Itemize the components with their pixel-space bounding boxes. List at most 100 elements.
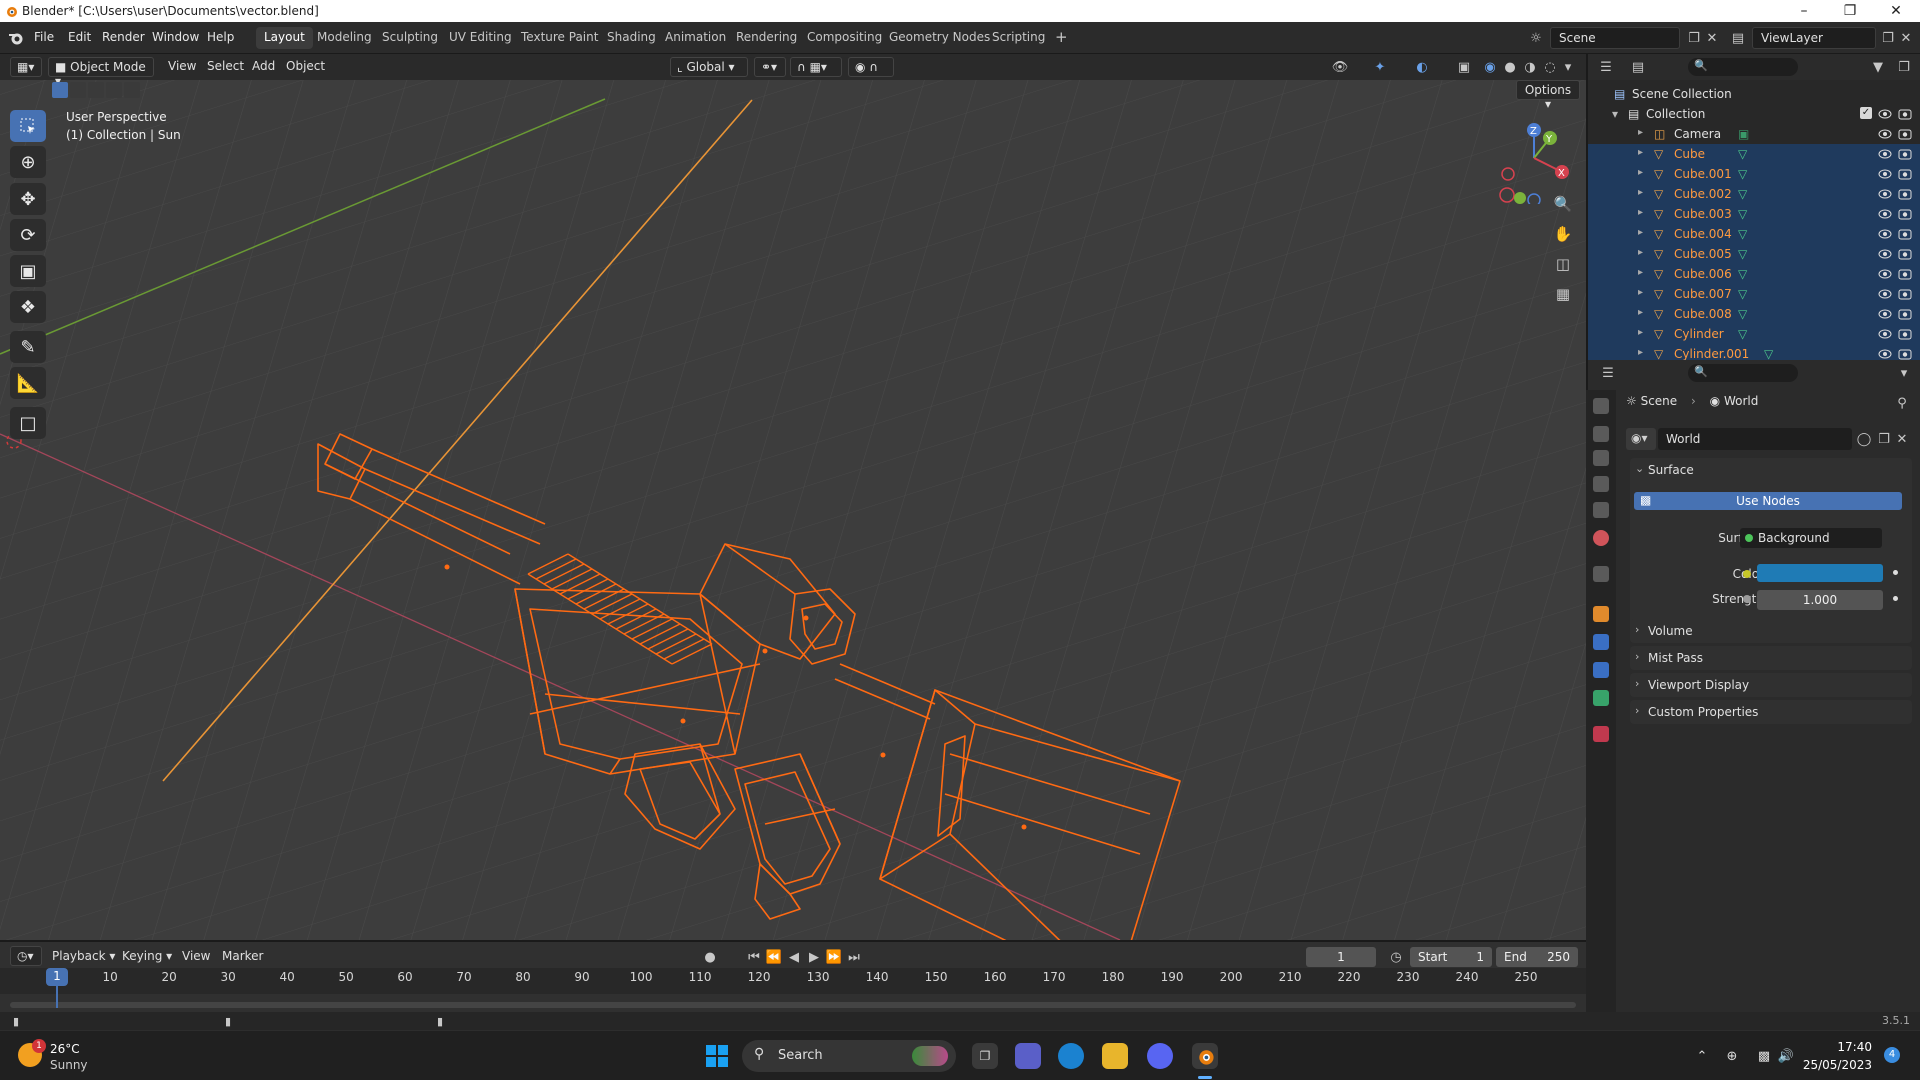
- properties-search-input[interactable]: 🔍: [1688, 364, 1798, 382]
- select-box-tool[interactable]: [10, 110, 46, 142]
- world-browse-button[interactable]: ◉▾: [1626, 428, 1656, 450]
- outliner-object-row[interactable]: ▸ ▽ Cube ▽: [1588, 144, 1920, 164]
- expand-chevron-icon[interactable]: ⌄: [1635, 462, 1644, 475]
- view-layer-icon[interactable]: ▤: [1728, 28, 1748, 48]
- select-invert-icon[interactable]: [106, 82, 122, 98]
- outliner-object-row[interactable]: ▸ ▽ Cube.008 ▽: [1588, 304, 1920, 324]
- eye-icon[interactable]: [1878, 227, 1892, 241]
- select-intersect-icon[interactable]: [124, 82, 140, 98]
- menu-view[interactable]: View: [162, 57, 202, 77]
- eye-icon[interactable]: [1878, 107, 1892, 121]
- tray-chevron-icon[interactable]: ⌃: [1692, 1046, 1712, 1066]
- custom-properties-panel[interactable]: › Custom Properties: [1630, 700, 1912, 724]
- strength-field[interactable]: 1.000: [1757, 590, 1883, 610]
- zoom-icon[interactable]: 🔍: [1553, 194, 1573, 214]
- select-subtract-icon[interactable]: [88, 82, 104, 98]
- annotate-tool[interactable]: ✎: [10, 331, 46, 363]
- scale-tool[interactable]: ▣: [10, 255, 46, 287]
- modifier-tab-icon[interactable]: [1593, 634, 1609, 650]
- navigation-gizmo[interactable]: Z Y X: [1490, 114, 1580, 204]
- render-camera-icon[interactable]: [1898, 287, 1912, 301]
- use-nodes-button[interactable]: ▩ Use Nodes: [1634, 492, 1902, 510]
- color-socket-icon[interactable]: [1743, 570, 1751, 578]
- texture-tab-icon[interactable]: [1593, 726, 1609, 742]
- menu-help[interactable]: Help: [207, 30, 234, 44]
- visibility-dropdown-icon[interactable]: 👁: [1330, 57, 1350, 77]
- outliner-object-row[interactable]: ▸ ▽ Cube.001 ▽: [1588, 164, 1920, 184]
- options-dropdown[interactable]: Options ▾: [1516, 80, 1580, 111]
- render-camera-icon[interactable]: [1898, 227, 1912, 241]
- render-camera-icon[interactable]: [1898, 327, 1912, 341]
- render-camera-icon[interactable]: [1898, 207, 1912, 221]
- camera-view-icon[interactable]: ◫: [1553, 254, 1573, 274]
- teams-chat-icon[interactable]: [1015, 1043, 1041, 1069]
- tab-layout[interactable]: Layout: [256, 27, 313, 49]
- blender-taskbar-icon[interactable]: [1192, 1043, 1218, 1069]
- current-frame-field[interactable]: 1: [1306, 947, 1376, 967]
- clock-time[interactable]: 17:40: [1812, 1040, 1872, 1054]
- expand-chevron-icon[interactable]: ▸: [1638, 147, 1643, 158]
- 3d-viewport[interactable]: User Perspective (1) Collection | Sun ⊕ …: [0, 54, 1586, 940]
- outliner-object-row[interactable]: ▸ ▽ Cube.004 ▽: [1588, 224, 1920, 244]
- eye-icon[interactable]: [1878, 307, 1892, 321]
- menu-playback[interactable]: Playback ▾: [46, 947, 121, 967]
- outliner-object-row[interactable]: ▸ ▽ Cube.005 ▽: [1588, 244, 1920, 264]
- transform-tool[interactable]: ❖: [10, 291, 46, 323]
- menu-object[interactable]: Object: [280, 57, 331, 77]
- file-explorer-icon[interactable]: [1102, 1043, 1128, 1069]
- play-icon[interactable]: ▶: [804, 947, 824, 967]
- eye-icon[interactable]: [1878, 267, 1892, 281]
- scene-tab-icon[interactable]: [1593, 502, 1609, 518]
- timeline-scrollbar[interactable]: [10, 1002, 1576, 1008]
- view-layer-selector[interactable]: ViewLayer: [1752, 27, 1876, 49]
- surface-panel-title[interactable]: Surface: [1648, 463, 1694, 477]
- render-camera-icon[interactable]: [1898, 347, 1912, 361]
- color-keyframe-dot[interactable]: [1893, 570, 1898, 575]
- render-camera-icon[interactable]: [1898, 267, 1912, 281]
- eye-icon[interactable]: [1878, 127, 1892, 141]
- tab-modeling[interactable]: Modeling: [309, 27, 380, 49]
- expand-chevron-icon[interactable]: ▸: [1638, 287, 1643, 298]
- volume-icon[interactable]: 🔊: [1776, 1046, 1796, 1066]
- pin-icon[interactable]: ⚲: [1892, 393, 1912, 413]
- add-workspace-button[interactable]: +: [1047, 25, 1076, 47]
- render-tab-icon[interactable]: [1593, 426, 1609, 442]
- eye-icon[interactable]: [1878, 287, 1892, 301]
- end-frame-field[interactable]: End 250: [1496, 947, 1578, 967]
- remove-view-layer-icon[interactable]: ✕: [1896, 28, 1916, 48]
- scene-icon[interactable]: ☼: [1526, 28, 1546, 48]
- blender-menu-icon[interactable]: [8, 30, 24, 46]
- outliner-object-row[interactable]: ▸ ▽ Cube.003 ▽: [1588, 204, 1920, 224]
- exclude-checkbox[interactable]: ✓: [1860, 107, 1872, 119]
- render-camera-icon[interactable]: [1898, 107, 1912, 121]
- expand-chevron-icon[interactable]: ▸: [1638, 267, 1643, 278]
- outliner-object-row[interactable]: ▸ ◫ Camera ▣: [1588, 124, 1920, 144]
- outliner-object-row[interactable]: ▸ ▽ Cube.006 ▽: [1588, 264, 1920, 284]
- select-extend-icon[interactable]: [70, 82, 86, 98]
- render-camera-icon[interactable]: [1898, 147, 1912, 161]
- xray-toggle-icon[interactable]: ▣: [1454, 57, 1474, 77]
- world-color-swatch[interactable]: [1757, 564, 1883, 582]
- menu-add[interactable]: Add: [246, 57, 281, 77]
- rendered-shading-icon[interactable]: ◌: [1540, 57, 1560, 77]
- gizmo-toggle-icon[interactable]: ✦: [1370, 57, 1390, 77]
- prev-keyframe-icon[interactable]: ⏪: [764, 947, 784, 967]
- output-tab-icon[interactable]: [1593, 450, 1609, 466]
- record-icon[interactable]: ●: [700, 947, 720, 967]
- strength-keyframe-dot[interactable]: [1893, 596, 1898, 601]
- outliner-scene-collection[interactable]: ▤ Scene Collection: [1588, 84, 1920, 104]
- breadcrumb-scene[interactable]: Scene: [1641, 394, 1678, 408]
- menu-file[interactable]: File: [34, 30, 54, 44]
- perspective-grid-icon[interactable]: ▦: [1553, 284, 1573, 304]
- outliner-object-row[interactable]: ▸ ▽ Cube.002 ▽: [1588, 184, 1920, 204]
- filter-icon[interactable]: ▼: [1868, 57, 1888, 77]
- new-collection-icon[interactable]: ❐: [1894, 57, 1914, 77]
- new-view-layer-icon[interactable]: ❐: [1878, 28, 1898, 48]
- edge-browser-icon[interactable]: [1058, 1043, 1084, 1069]
- mist-pass-panel[interactable]: › Mist Pass: [1630, 646, 1912, 670]
- eye-icon[interactable]: [1878, 147, 1892, 161]
- maximize-button[interactable]: ❐: [1827, 0, 1873, 22]
- render-camera-icon[interactable]: [1898, 187, 1912, 201]
- menu-timeline-view[interactable]: View: [176, 947, 216, 967]
- physics-tab-icon[interactable]: [1593, 662, 1609, 678]
